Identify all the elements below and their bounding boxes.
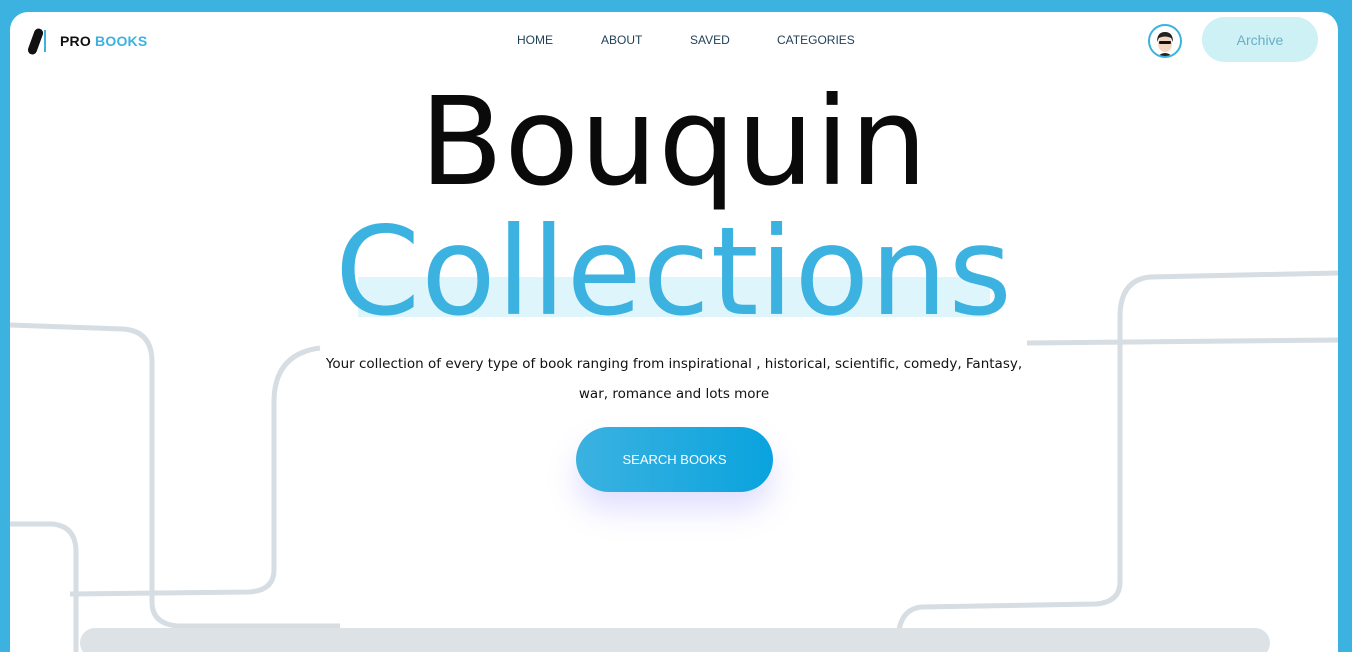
bottom-panel: [80, 628, 1270, 652]
hero-title-line2-wrap: Collections: [10, 202, 1338, 342]
brand-name-pro: PRO: [60, 33, 91, 49]
archive-button[interactable]: Archive: [1202, 17, 1318, 62]
brand-logo[interactable]: PRO BOOKS: [26, 27, 148, 56]
hero-description: Your collection of every type of book ra…: [325, 356, 1023, 402]
nav-about[interactable]: ABOUT: [601, 33, 642, 47]
nav-saved[interactable]: SAVED: [690, 33, 730, 47]
search-books-button[interactable]: SEARCH BOOKS: [576, 427, 773, 492]
user-avatar[interactable]: [1148, 24, 1182, 58]
logo-icon: [26, 27, 54, 56]
hero-title-line1: Bouquin: [419, 71, 929, 213]
hero-title-line2: Collections: [334, 201, 1013, 343]
avatar-face-icon: [1157, 32, 1173, 56]
page-frame: PRO BOOKS HOME ABOUT SAVED CATEGORIES Ar…: [10, 12, 1338, 652]
nav-categories[interactable]: CATEGORIES: [777, 33, 855, 47]
nav-home[interactable]: HOME: [517, 33, 553, 47]
brand-name-books: BOOKS: [95, 33, 148, 49]
